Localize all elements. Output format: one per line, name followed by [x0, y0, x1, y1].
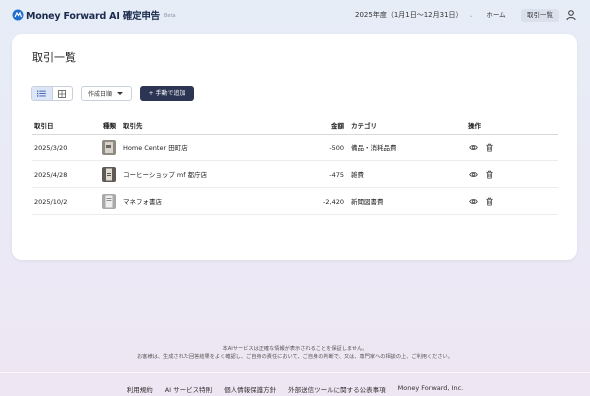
col-date: 取引日: [34, 122, 54, 130]
top-bar: Money Forward AI 確定申告 Beta 2025年度（1月1日〜1…: [0, 0, 590, 32]
col-kind: 種類: [103, 122, 116, 130]
table-row[interactable]: 2025/3/20 Home Center 田町店 -500 備品・消耗品費: [32, 135, 558, 161]
row-amount: -475: [329, 171, 344, 179]
table-row[interactable]: 2025/4/28 コーヒーショップ mf 都庁店 -475 雑費: [32, 162, 558, 188]
footer-divider: [0, 372, 590, 373]
sort-dropdown[interactable]: 作成日順: [81, 86, 132, 101]
row-amount: -500: [329, 144, 344, 152]
money-forward-logo-icon: [12, 9, 24, 21]
col-amount: 金額: [331, 122, 344, 130]
row-partner: コーヒーショップ mf 都庁店: [123, 171, 208, 179]
caret-down-icon: [117, 92, 124, 95]
footer-link-external-tools[interactable]: 外部送信ツールに関する公表事項: [288, 384, 386, 394]
row-amount: -2,420: [323, 198, 344, 206]
trash-icon[interactable]: [485, 143, 494, 152]
disclaimer-line-2: お客様は、生成された回答結果をよく確認し、ご自身の責任において、ご自身の判断で、…: [137, 354, 453, 360]
col-partner: 取引先: [123, 122, 143, 130]
row-date: 2025/10/2: [34, 198, 68, 206]
fiscal-year-label: 2025年度（1月1日〜12月31日）: [355, 11, 463, 19]
row-date: 2025/3/20: [34, 144, 68, 152]
beta-badge: Beta: [163, 13, 176, 19]
view-toggle: [31, 86, 73, 101]
footer-links: 利用規約 AI サービス特則 個人情報保護方針 外部送信ツールに関する公表事項 …: [0, 384, 590, 394]
trash-icon[interactable]: [485, 197, 494, 206]
view-eye-icon[interactable]: [469, 170, 478, 179]
fiscal-year-selector[interactable]: 2025年度（1月1日〜12月31日） ⌄: [355, 10, 474, 20]
row-category: 雑費: [351, 171, 364, 179]
receipt-thumbnail[interactable]: [102, 194, 116, 209]
list-icon: [37, 90, 47, 97]
row-category: 新聞図書費: [351, 198, 384, 206]
table-row[interactable]: 2025/10/2 マネフォ書店 -2,420 新聞図書費: [32, 189, 558, 215]
disclaimer-line-1: 本AIサービスは正確な情報が表示されることを保証しません。: [222, 346, 368, 352]
nav-transactions[interactable]: 取引一覧: [521, 9, 559, 22]
transactions-card: 取引一覧 作成日順 + 手動で追加 取引日 種類 取引先 金額 カテゴリ 操作 …: [12, 34, 577, 260]
grid-icon: [58, 89, 67, 98]
row-partner: マネフォ書店: [123, 198, 162, 206]
receipt-thumbnail[interactable]: [102, 140, 116, 155]
add-manual-button[interactable]: + 手動で追加: [140, 86, 194, 101]
col-category: カテゴリ: [351, 122, 377, 130]
row-partner: Home Center 田町店: [123, 144, 188, 152]
user-icon[interactable]: [565, 9, 577, 21]
footer-link-privacy[interactable]: 個人情報保護方針: [224, 384, 276, 394]
footer-link-ai-terms[interactable]: AI サービス特則: [165, 384, 212, 394]
col-actions: 操作: [468, 122, 481, 130]
view-eye-icon[interactable]: [469, 197, 478, 206]
footer-link-company[interactable]: Money Forward, Inc.: [398, 384, 464, 394]
chevron-down-icon: ⌄: [468, 11, 474, 19]
row-date: 2025/4/28: [34, 171, 68, 179]
footer-link-terms[interactable]: 利用規約: [127, 384, 153, 394]
brand-logo[interactable]: Money Forward AI 確定申告 Beta: [12, 8, 176, 22]
grid-view-button[interactable]: [51, 87, 72, 100]
row-category: 備品・消耗品費: [351, 144, 397, 152]
brand-name: Money Forward AI 確定申告: [26, 11, 160, 22]
list-view-button[interactable]: [32, 87, 52, 100]
sort-label: 作成日順: [88, 91, 113, 98]
trash-icon[interactable]: [485, 170, 494, 179]
view-eye-icon[interactable]: [469, 143, 478, 152]
page-title: 取引一覧: [32, 51, 76, 64]
receipt-thumbnail[interactable]: [102, 167, 116, 182]
nav-home[interactable]: ホーム: [480, 9, 512, 22]
